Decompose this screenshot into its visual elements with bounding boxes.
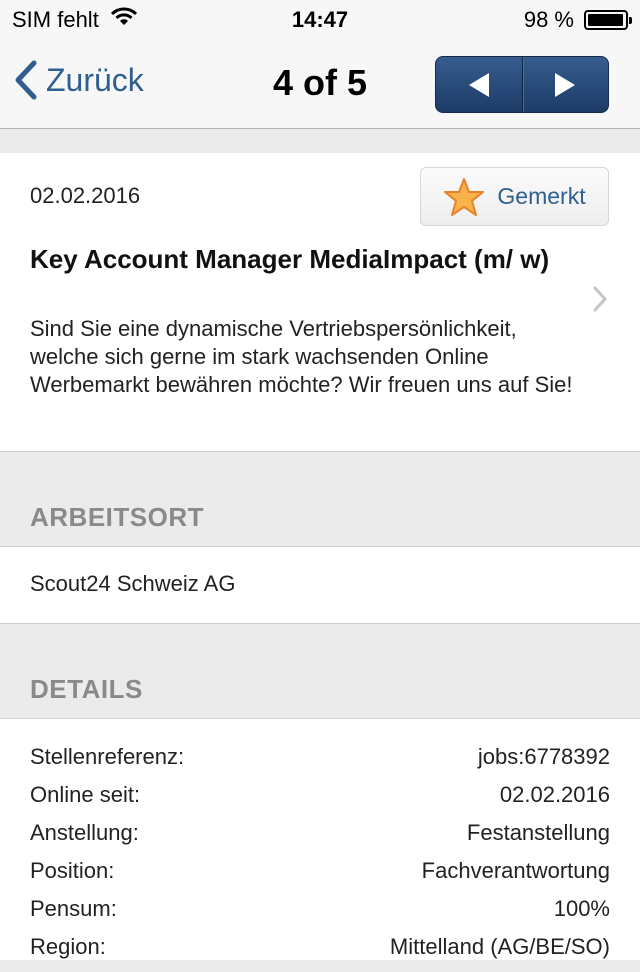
favorite-label: Gemerkt (497, 183, 586, 209)
back-label: Zurück (46, 61, 144, 98)
triangle-left-icon (468, 72, 489, 97)
job-title: Key Account Manager MediaImpact (m/ w) (30, 244, 550, 274)
details-list: Stellenreferenz: jobs:6778392 Online sei… (0, 719, 640, 960)
chevron-left-icon (15, 60, 37, 100)
detail-value: Mittelland (AG/BE/SO) (389, 934, 610, 959)
detail-row: Region: Mittelland (AG/BE/SO) (30, 934, 610, 972)
job-summary-card[interactable]: 02.02.2016 Gemerkt Key Account Manager M… (0, 153, 640, 452)
detail-value: jobs:6778392 (477, 744, 610, 769)
detail-row: Position: Fachverantwortung (30, 858, 610, 896)
arbeitsort-cell: Scout24 Schweiz AG (0, 547, 640, 624)
detail-row: Anstellung: Festanstellung (30, 820, 610, 858)
company-name: Scout24 Schweiz AG (30, 571, 236, 596)
job-description: Sind Sie eine dynamische Vertriebspersön… (30, 316, 573, 397)
status-bar: SIM fehlt 14:47 98 % (0, 0, 640, 40)
section-header-arbeitsort: ARBEITSORT (0, 452, 640, 547)
star-icon (444, 177, 485, 216)
triangle-right-icon (555, 72, 576, 97)
status-right: 98 % (523, 7, 632, 33)
detail-label: Online seit: (30, 782, 141, 807)
section-title: DETAILS (30, 674, 143, 704)
spacer (0, 129, 640, 154)
battery-icon (584, 10, 632, 30)
detail-row: Pensum: 100% (30, 896, 610, 934)
job-date: 02.02.2016 (30, 183, 141, 208)
detail-label: Stellenreferenz: (30, 744, 185, 769)
next-button[interactable] (521, 57, 609, 112)
previous-button[interactable] (436, 57, 522, 112)
navigation-bar: Zurück 4 of 5 (0, 40, 640, 129)
back-button[interactable]: Zurück (14, 60, 144, 100)
detail-value: Fachverantwortung (421, 858, 610, 883)
detail-value: 02.02.2016 (499, 782, 610, 807)
prev-next-segmented-control (435, 56, 609, 113)
section-title: ARBEITSORT (30, 502, 204, 532)
detail-label: Pensum: (30, 896, 117, 921)
battery-percent: 98 % (523, 7, 574, 32)
detail-row: Online seit: 02.02.2016 (30, 782, 610, 820)
section-header-details: DETAILS (0, 624, 640, 719)
detail-label: Region: (30, 934, 106, 959)
detail-row: Stellenreferenz: jobs:6778392 (30, 744, 610, 782)
detail-value: 100% (553, 896, 610, 921)
favorite-button[interactable]: Gemerkt (420, 167, 609, 226)
detail-label: Anstellung: (30, 820, 139, 845)
chevron-right-icon (593, 286, 607, 312)
detail-value: Festanstellung (466, 820, 610, 845)
detail-label: Position: (30, 858, 115, 883)
battery-fill (588, 14, 624, 26)
